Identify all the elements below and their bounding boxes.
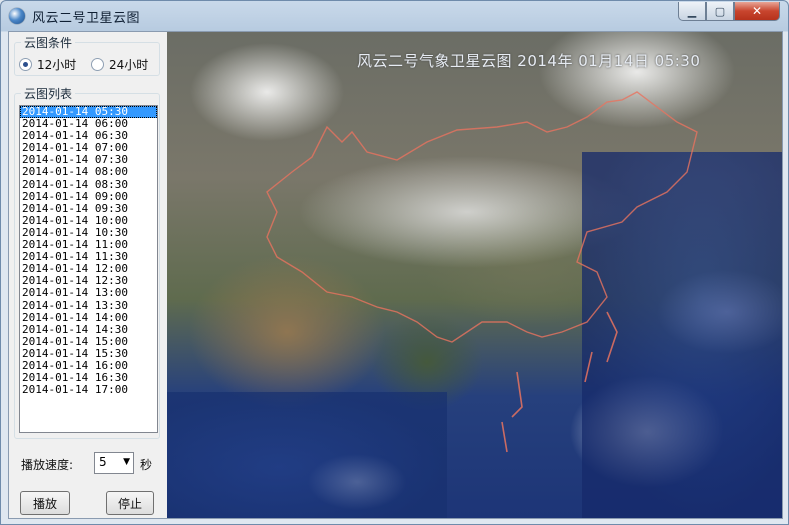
- border-overlay: [266, 91, 698, 453]
- window-title: 风云二号卫星云图: [32, 11, 141, 26]
- list-item[interactable]: 2014-01-14 14:00: [20, 311, 157, 324]
- list-item[interactable]: 2014-01-14 08:00: [20, 166, 157, 178]
- left-panel: 云图条件 12小时 24小时 云图列表 2014-01-14 05:30 2014…: [9, 32, 167, 518]
- list-group-label: 云图列表: [21, 85, 76, 102]
- speed-label: 播放速度:: [21, 458, 74, 472]
- radio-24-hours-indicator[interactable]: [91, 58, 104, 71]
- speed-select[interactable]: 5 ▼: [94, 452, 134, 474]
- country-border: [266, 91, 698, 343]
- radio-24-hours[interactable]: 24小时: [91, 56, 148, 73]
- close-icon: ✕: [751, 4, 763, 18]
- map-overlay-title: 风云二号气象卫星云图 2014年 01月14日 05:30: [357, 52, 701, 70]
- list-item[interactable]: 2014-01-14 13:00: [20, 287, 157, 299]
- close-button[interactable]: ✕: [734, 2, 780, 21]
- conditions-group-label: 云图条件: [21, 34, 76, 51]
- speed-select-value: 5: [99, 455, 107, 469]
- list-item[interactable]: 2014-01-14 13:30: [20, 299, 157, 312]
- satellite-image: 风云二号气象卫星云图 2014年 01月14日 05:30: [167, 32, 782, 518]
- list-item[interactable]: 2014-01-14 09:00: [20, 190, 157, 203]
- list-item[interactable]: 2014-01-14 14:30: [20, 323, 157, 336]
- radio-12-hours-indicator[interactable]: [19, 58, 32, 71]
- chevron-down-icon[interactable]: ▼: [123, 457, 130, 467]
- stop-button[interactable]: 停止: [106, 491, 154, 515]
- radio-12-hours[interactable]: 12小时: [19, 56, 76, 73]
- play-button[interactable]: 播放: [20, 491, 70, 515]
- radio-24-hours-label: 24小时: [109, 58, 149, 72]
- radio-12-hours-label: 12小时: [37, 58, 77, 72]
- list-item[interactable]: 2014-01-14 17:00: [20, 384, 157, 396]
- speed-unit-label: 秒: [140, 458, 153, 472]
- minimize-icon: ▁: [687, 4, 697, 18]
- time-listbox[interactable]: 2014-01-14 05:30 2014-01-14 06:00 2014-01-…: [19, 105, 158, 433]
- window-controls: ▁ ▢ ✕: [678, 2, 780, 22]
- maximize-icon: ▢: [714, 4, 726, 18]
- list-item[interactable]: 2014-01-14 08:30: [20, 178, 157, 191]
- app-window: 风云二号卫星云图 ▁ ▢ ✕ 云图条件 12小时 24小时 云图列表 2014-…: [0, 0, 789, 525]
- app-icon: [9, 8, 25, 24]
- client-area: 云图条件 12小时 24小时 云图列表 2014-01-14 05:30 2014…: [8, 31, 783, 519]
- maximize-button[interactable]: ▢: [706, 2, 734, 21]
- title-bar[interactable]: 风云二号卫星云图 ▁ ▢ ✕: [1, 1, 788, 31]
- minimize-button[interactable]: ▁: [678, 2, 706, 21]
- conditions-group: 云图条件 12小时 24小时: [14, 34, 160, 76]
